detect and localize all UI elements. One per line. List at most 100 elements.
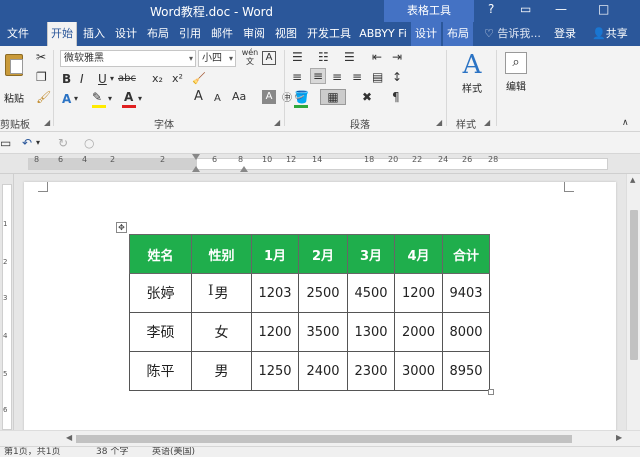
table-cell[interactable]: 9403 [442,273,490,313]
undo-icon[interactable]: ↶ [22,136,32,150]
char-border-icon[interactable]: A [262,51,276,65]
header-cell[interactable]: 性别 [191,234,252,274]
help-icon[interactable]: ? [488,2,494,16]
horizontal-scrollbar[interactable]: ◀ ▶ [0,430,640,446]
collapse-ribbon-icon[interactable]: ∧ [622,116,629,130]
scroll-thumb[interactable] [76,435,572,443]
font-size-combo[interactable]: 小四 ▾ [198,50,236,67]
italic-icon[interactable]: I [80,72,84,86]
phonetic-guide-icon[interactable]: wén 文 [240,48,260,66]
table-cell[interactable]: 4500 [347,273,395,313]
shading-icon[interactable]: 🪣 [294,90,309,104]
subscript-icon[interactable]: x₂ [152,72,163,86]
header-cell[interactable]: 2月 [298,234,348,274]
header-cell[interactable]: 3月 [347,234,395,274]
language-indicator[interactable]: 英语(美国) [152,447,195,457]
tab-table-layout[interactable]: 布局 [443,22,473,46]
copy-icon[interactable]: ❐ [36,70,47,84]
superscript-icon[interactable]: x² [172,72,183,86]
char-shading-icon[interactable]: A [262,90,276,104]
increase-indent-icon[interactable]: ⇥ [392,50,402,64]
paste-button[interactable]: 粘贴 [0,50,28,110]
decrease-indent-icon[interactable]: ⇤ [372,50,382,64]
styles-button[interactable]: A 样式 [452,50,492,110]
table-cell[interactable]: 2000 [394,312,443,352]
cut-icon[interactable]: ✂ [36,50,46,64]
save-icon[interactable]: ▭ [0,136,11,150]
tab-view[interactable]: 视图 [271,22,301,46]
header-cell[interactable]: 姓名 [129,234,192,274]
table-cell[interactable]: 2300 [347,351,395,391]
justify-icon[interactable]: ≡ [352,70,362,84]
align-left-icon[interactable]: ≡ [292,70,302,84]
styles-launcher-icon[interactable]: ◢ [484,118,490,127]
numbering-icon[interactable]: ☷ [318,50,329,64]
table-cell[interactable]: 男 [191,273,252,313]
grow-font-icon[interactable]: A [194,90,203,104]
chevron-down-icon[interactable]: ▾ [36,136,40,150]
bold-icon[interactable]: B [62,72,71,86]
data-table[interactable]: 姓名 性别 1月 2月 3月 4月 合计 张婷 男 1203 2500 4500… [129,234,490,391]
table-cell[interactable]: 8000 [442,312,490,352]
chevron-down-icon[interactable]: ▾ [110,72,114,86]
scroll-up-icon[interactable]: ▲ [630,176,635,184]
tab-review[interactable]: 审阅 [239,22,269,46]
tab-mailings[interactable]: 邮件 [207,22,237,46]
table-cell[interactable]: 女 [191,312,252,352]
font-color-icon[interactable]: A [124,90,133,104]
table-cell[interactable]: 1200 [251,312,299,352]
shrink-font-icon[interactable]: A [214,92,221,106]
chevron-down-icon[interactable]: ▾ [108,92,112,106]
format-painter-icon[interactable]: 🖌 [36,90,51,104]
table-cell[interactable]: 张婷 [129,273,192,313]
chevron-down-icon[interactable]: ▾ [74,92,78,106]
tab-file[interactable]: 文件 [0,22,36,46]
tab-developer[interactable]: 开发工具 [303,22,355,46]
scroll-right-icon[interactable]: ▶ [616,433,622,442]
table-resize-handle[interactable] [488,389,494,395]
show-marks-icon[interactable]: ¶ [392,90,400,104]
paragraph-launcher-icon[interactable]: ◢ [436,118,442,127]
underline-icon[interactable]: U [98,72,107,86]
table-cell[interactable]: 3000 [394,351,443,391]
table-cell[interactable]: 1200 [394,273,443,313]
chevron-down-icon[interactable]: ▾ [138,92,142,106]
line-spacing-icon[interactable]: ↕ [392,70,402,84]
table-cell[interactable]: 1203 [251,273,299,313]
minimize-icon[interactable]: — [555,2,567,16]
bullets-icon[interactable]: ☰ [292,50,303,64]
sign-in-link[interactable]: 登录 [554,22,576,46]
right-indent-marker[interactable] [240,166,248,172]
strikethrough-icon[interactable]: abc [118,72,136,86]
header-cell[interactable]: 合计 [442,234,490,274]
ribbon-display-icon[interactable]: ▭ [520,2,531,16]
header-cell[interactable]: 1月 [251,234,299,274]
font-launcher-icon[interactable]: ◢ [274,118,280,127]
text-effects-icon[interactable]: A [62,92,71,106]
align-right-icon[interactable]: ≡ [332,70,342,84]
horizontal-ruler[interactable]: 8 6 4 2 2 6 8 10 12 14 18 20 22 24 26 28 [0,154,640,174]
share-button[interactable]: 👤共享 [592,22,628,46]
distributed-icon[interactable]: ▤ [372,70,383,84]
vertical-ruler[interactable]: 1 2 3 4 5 6 [0,174,14,430]
table-cell[interactable]: 3500 [298,312,348,352]
tab-home[interactable]: 开始 [47,22,77,46]
first-line-indent-marker[interactable] [192,154,200,160]
table-cell[interactable]: 8950 [442,351,490,391]
borders-icon[interactable]: ▦ [320,89,346,105]
editing-button[interactable]: ⌕ 编辑 [500,50,532,110]
multilevel-list-icon[interactable]: ☰ [344,50,355,64]
page-count[interactable]: 第1页，共1页 [4,447,60,457]
tell-me-search[interactable]: ♡ 告诉我... [484,22,541,46]
sort-icon[interactable]: ✖ [362,90,372,104]
table-cell[interactable]: 2400 [298,351,348,391]
clipboard-launcher-icon[interactable]: ◢ [44,118,50,127]
scroll-left-icon[interactable]: ◀ [66,433,72,442]
restore-icon[interactable]: □ [598,2,609,16]
vertical-scrollbar[interactable]: ▲ [626,174,640,430]
tab-abbyy[interactable]: ABBYY Fi [357,22,409,46]
table-cell[interactable]: 陈平 [129,351,192,391]
highlight-icon[interactable]: ✎ [92,90,102,104]
font-name-combo[interactable]: 微软雅黑 ▾ [60,50,196,67]
table-cell[interactable]: 男 [191,351,252,391]
